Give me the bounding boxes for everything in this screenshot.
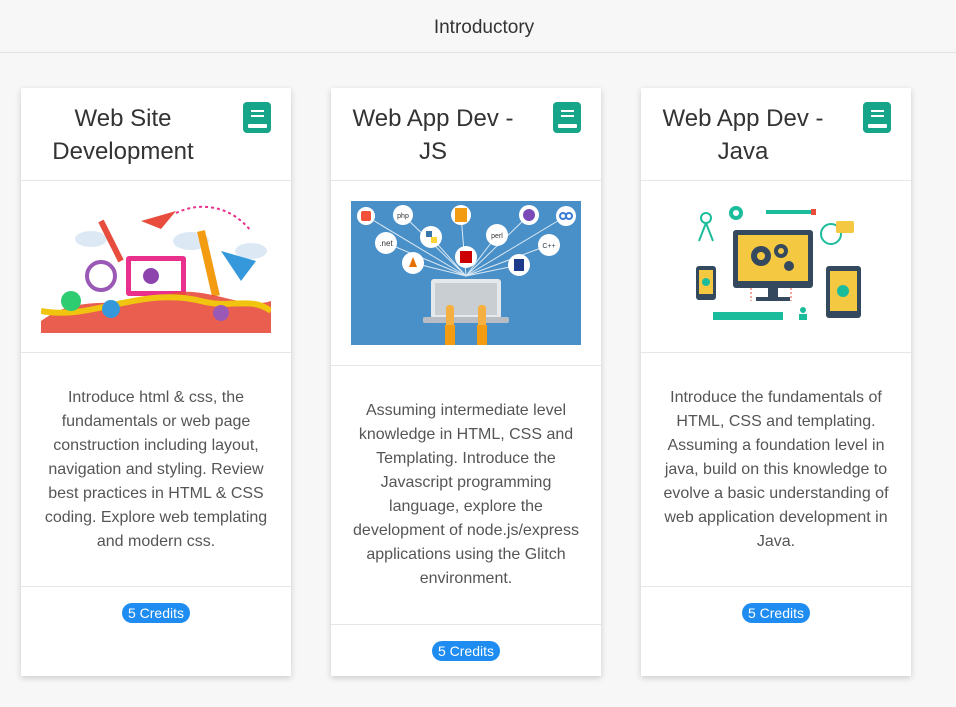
cpp-label: C++ (542, 243, 555, 250)
card-header: Web Site Development (21, 88, 291, 181)
card-footer: 5 Credits (641, 587, 911, 623)
card-header: Web App Dev - Java (641, 88, 911, 181)
card-description: Introduce the fundamentals of HTML, CSS … (641, 353, 911, 587)
book-icon (243, 102, 271, 133)
card-description: Introduce html & css, the fundamentals o… (21, 353, 291, 587)
description-text: Introduce the fundamentals of HTML, CSS … (663, 388, 889, 550)
perl-label: perl (491, 233, 503, 240)
card-image (641, 181, 911, 353)
programming-languages-illustration-icon: php .net perl C++ (351, 201, 581, 345)
web-app-devices-illustration-icon (691, 205, 861, 328)
card-title: Web App Dev - JS (352, 105, 514, 165)
card-image (21, 181, 291, 353)
description-text: Introduce html & css, the fundamentals o… (44, 388, 268, 550)
card-description: Assuming intermediate level knowledge in… (331, 366, 601, 625)
card-image: php .net perl C++ (331, 181, 601, 366)
page-title: Introductory (433, 17, 535, 38)
course-card-web-site[interactable]: Web Site Development Introduce html & cs… (21, 88, 291, 676)
dotnet-label: .net (379, 239, 393, 248)
book-icon (553, 102, 581, 133)
credits-badge: 5 Credits (741, 603, 811, 623)
course-card-web-app-java[interactable]: Web App Dev - Java Introduce the fundame… (641, 88, 911, 676)
description-text: Assuming intermediate level knowledge in… (353, 402, 579, 587)
php-label: php (397, 213, 409, 220)
card-footer: 5 Credits (21, 587, 291, 623)
card-header: Web App Dev - JS (331, 88, 601, 181)
credits-badge: 5 Credits (121, 603, 191, 623)
card-title: Web Site Development (52, 105, 194, 165)
credits-badge: 5 Credits (431, 641, 501, 661)
card-footer: 5 Credits (331, 625, 601, 661)
top-bar: Introductory (0, 0, 956, 53)
course-card-web-app-js[interactable]: Web App Dev - JS php .net perl C++ Assum… (331, 88, 601, 676)
card-title: Web App Dev - Java (662, 105, 824, 165)
web-design-illustration-icon (41, 200, 271, 333)
book-icon (863, 102, 891, 133)
